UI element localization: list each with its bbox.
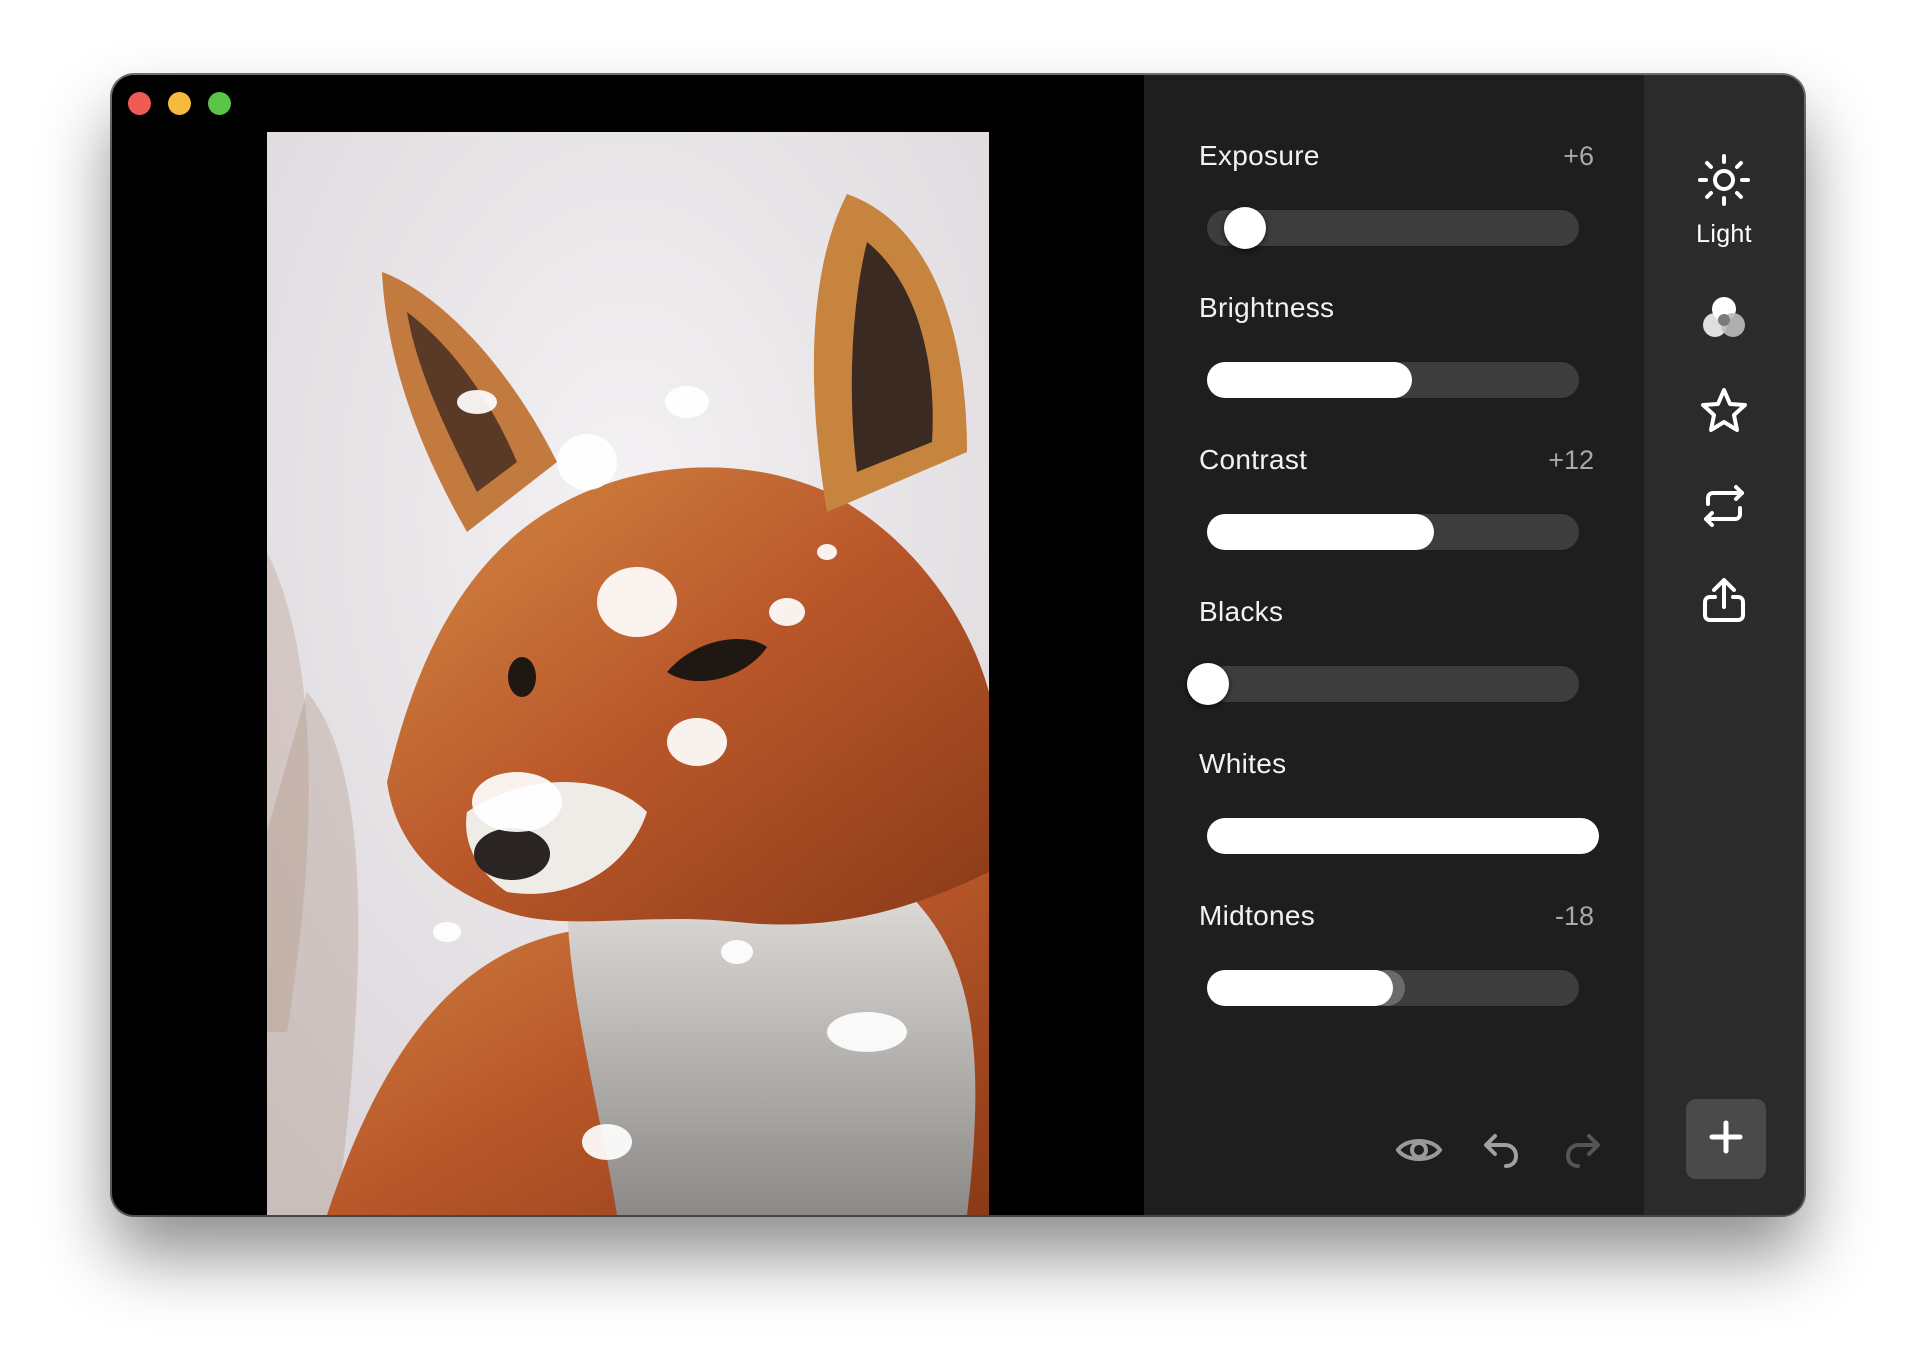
editor-window: Exposure +6 Brightness Contrast +12 Blacks Whi… bbox=[112, 75, 1804, 1215]
effects-tool[interactable] bbox=[1644, 385, 1804, 442]
adjustment-label: Contrast bbox=[1199, 444, 1308, 475]
slider-fill bbox=[1207, 970, 1393, 1006]
adjustment-label: Midtones bbox=[1199, 900, 1316, 931]
photo-canvas[interactable] bbox=[267, 132, 989, 1215]
plus-icon bbox=[1709, 1120, 1743, 1159]
adjustment-brightness: Brightness bbox=[1199, 292, 1594, 398]
crop-icon bbox=[1698, 480, 1750, 537]
adjustment-header: Brightness bbox=[1199, 292, 1594, 324]
adjustment-label: Exposure bbox=[1199, 140, 1320, 171]
add-adjustment-button[interactable] bbox=[1686, 1099, 1766, 1179]
adjustment-header: Exposure +6 bbox=[1199, 140, 1594, 172]
slider-track[interactable] bbox=[1207, 207, 1579, 249]
window-controls bbox=[128, 92, 231, 115]
tool-rail: Light bbox=[1644, 75, 1804, 1215]
color-circles-icon bbox=[1699, 293, 1749, 348]
slider-fill bbox=[1207, 362, 1412, 398]
adjustment-contrast: Contrast +12 bbox=[1199, 444, 1594, 550]
maximize-window-button[interactable] bbox=[208, 92, 231, 115]
adjustment-value: +6 bbox=[1563, 141, 1594, 171]
adjustment-label: Brightness bbox=[1199, 292, 1335, 323]
adjustment-midtones: Midtones -18 bbox=[1199, 900, 1594, 1006]
adjustment-header: Whites bbox=[1199, 748, 1594, 780]
adjustment-value: -18 bbox=[1554, 901, 1594, 931]
slider-fill bbox=[1207, 818, 1599, 854]
undo-icon[interactable] bbox=[1476, 1125, 1526, 1175]
adjustment-whites: Whites bbox=[1199, 748, 1599, 854]
star-icon bbox=[1698, 385, 1750, 442]
adjustment-blacks: Blacks bbox=[1187, 596, 1594, 705]
close-window-button[interactable] bbox=[128, 92, 151, 115]
history-toolbar bbox=[1394, 1125, 1608, 1175]
fox-photo bbox=[267, 132, 989, 1215]
slider-track[interactable] bbox=[1187, 663, 1579, 705]
eye-icon[interactable] bbox=[1394, 1125, 1444, 1175]
minimize-window-button[interactable] bbox=[168, 92, 191, 115]
adjustment-header: Blacks bbox=[1199, 596, 1594, 628]
slider-track[interactable] bbox=[1207, 818, 1599, 854]
slider-track[interactable] bbox=[1207, 362, 1579, 398]
share-icon bbox=[1698, 575, 1750, 632]
adjustment-header: Midtones -18 bbox=[1199, 900, 1594, 932]
color-tool[interactable] bbox=[1644, 293, 1804, 348]
redo-icon[interactable] bbox=[1558, 1125, 1608, 1175]
export-tool[interactable] bbox=[1644, 575, 1804, 632]
adjustment-label: Blacks bbox=[1199, 596, 1284, 627]
slider-knob[interactable] bbox=[1187, 663, 1229, 705]
slider-fill bbox=[1207, 514, 1434, 550]
adjustments-panel: Exposure +6 Brightness Contrast +12 Blacks Whi… bbox=[1144, 75, 1644, 1215]
sun-icon bbox=[1697, 153, 1751, 212]
crop-tool[interactable] bbox=[1644, 480, 1804, 537]
adjustment-label: Whites bbox=[1199, 748, 1287, 779]
slider-track[interactable] bbox=[1207, 514, 1579, 550]
adjustment-header: Contrast +12 bbox=[1199, 444, 1594, 476]
light-label: Light bbox=[1696, 220, 1752, 248]
slider-track[interactable] bbox=[1207, 970, 1579, 1006]
adjustment-value: +12 bbox=[1548, 445, 1594, 475]
light-tool[interactable]: Light bbox=[1644, 153, 1804, 249]
adjustment-exposure: Exposure +6 bbox=[1199, 140, 1594, 249]
slider-knob[interactable] bbox=[1223, 207, 1266, 249]
